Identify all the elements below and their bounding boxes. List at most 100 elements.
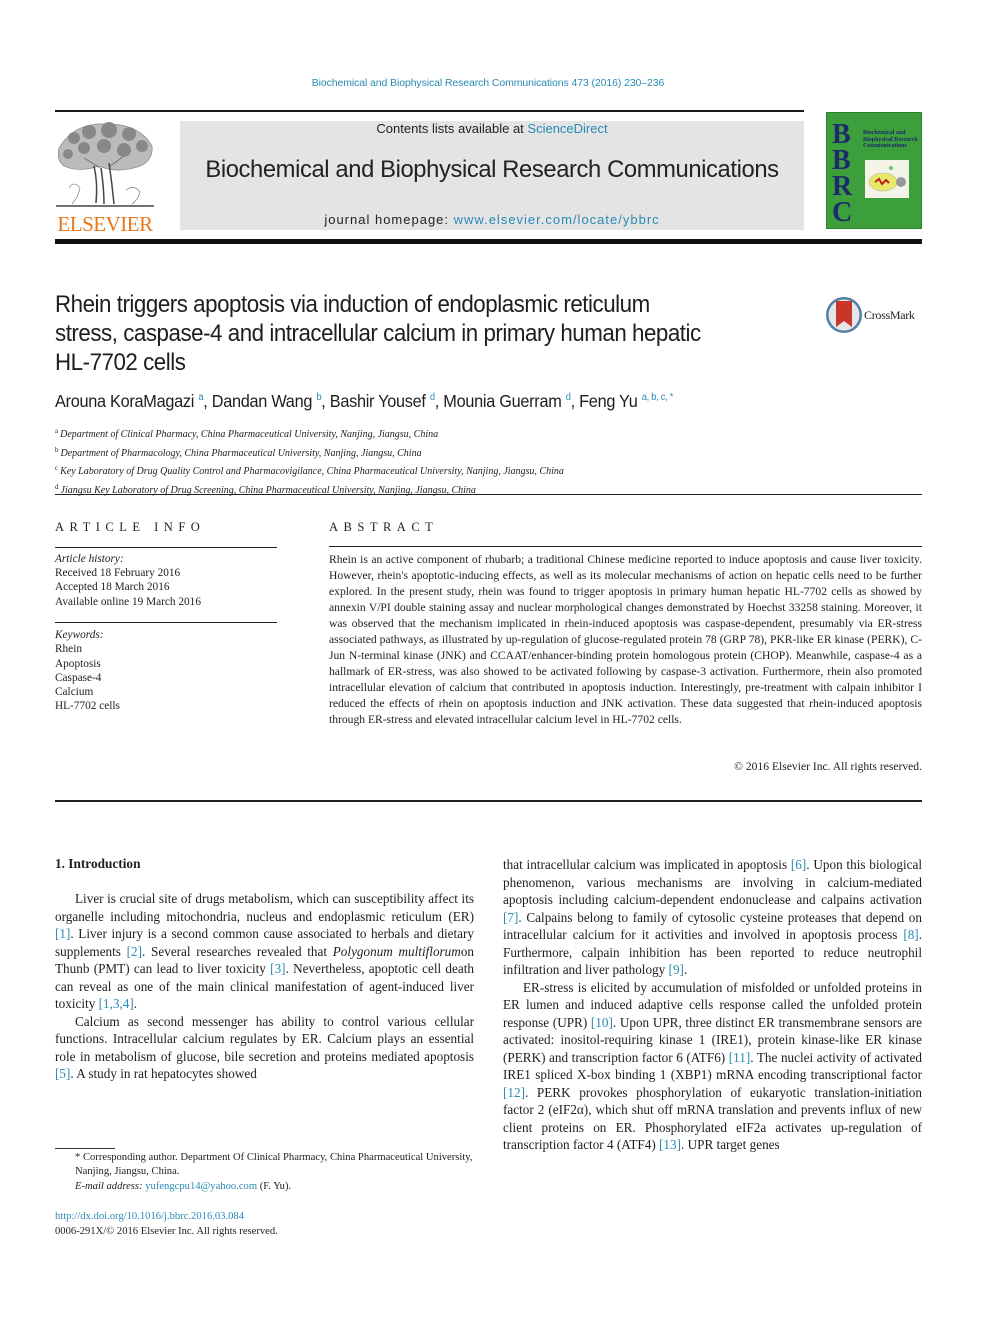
elsevier-logo[interactable]: ELSEVIER [54, 118, 156, 236]
author-name[interactable]: Mounia Guerram [443, 391, 561, 411]
keyword: Calcium [55, 686, 94, 699]
info-rule [55, 547, 277, 548]
sciencedirect-link[interactable]: ScienceDirect [527, 121, 607, 136]
title-line: HL-7702 cells [55, 349, 186, 376]
journal-citation-link[interactable]: Biochemical and Biophysical Research Com… [0, 77, 976, 89]
citation-ref-link[interactable]: [5] [55, 1066, 70, 1081]
affiliation-list: a Department of Clinical Pharmacy, China … [55, 424, 564, 498]
text-run: . Several researches revealed that [142, 943, 333, 959]
citation-ref-link[interactable]: [12] [503, 1085, 525, 1100]
species-name: Polygonum multiflorum [332, 943, 461, 959]
contents-prefix: Contents lists available at [376, 121, 528, 136]
header-rule [55, 110, 804, 112]
footnote: * Corresponding author. Department Of Cl… [55, 1151, 474, 1194]
text-run: . Calpains belong to family of cytosolic… [503, 909, 922, 943]
text-run: . [133, 996, 138, 1011]
article-history: Article history: Received 18 February 20… [55, 552, 201, 609]
body-paragraph: Liver is crucial site of drugs metabolis… [55, 890, 474, 1013]
text-run: that intracellular calcium was implicate… [503, 857, 791, 872]
body-column-left: Liver is crucial site of drugs metabolis… [55, 890, 474, 1083]
affiliation: c Key Laboratory of Drug Quality Control … [55, 461, 564, 480]
email-link[interactable]: yufengcpu14@yahoo.com [145, 1181, 257, 1192]
issn-line: 0006-291X/© 2016 Elsevier Inc. All right… [55, 1226, 278, 1237]
citation-ref-link[interactable]: [1] [55, 926, 70, 941]
keywords: Keywords: Rhein Apoptosis Caspase-4 Calc… [55, 628, 120, 714]
doi-link[interactable]: http://dx.doi.org/10.1016/j.bbrc.2016.03… [55, 1211, 244, 1222]
author-name[interactable]: Bashir Yousef [330, 391, 426, 411]
keyword: Rhein [55, 643, 82, 656]
journal-title: Biochemical and Biophysical Research Com… [205, 156, 779, 183]
elsevier-tree-icon [56, 122, 154, 207]
affiliation-text: Department of Pharmacology, China Pharma… [60, 447, 422, 459]
text-run: . [683, 962, 688, 977]
keyword: Caspase-4 [55, 671, 102, 684]
abstract-copyright: © 2016 Elsevier Inc. All rights reserved… [734, 760, 922, 773]
affiliation-marker[interactable]: d [566, 392, 571, 403]
author-name[interactable]: Dandan Wang [212, 391, 313, 411]
corresponding-author-note: * Corresponding author. Department Of Cl… [75, 1152, 473, 1178]
section-rule [55, 494, 922, 495]
affiliation-key: d [55, 482, 59, 491]
affiliation-text: Key Laboratory of Drug Quality Control a… [60, 466, 564, 477]
crossmark-button[interactable]: CrossMark [825, 296, 925, 336]
affiliation-marker[interactable]: d [430, 392, 435, 403]
body-paragraph: Calcium as second messenger has ability … [55, 1013, 474, 1083]
citation-ref-link[interactable]: [8] [903, 927, 918, 942]
affiliation-key: a [55, 427, 59, 435]
affiliation: b Department of Pharmacology, China Pharm… [55, 443, 564, 462]
author-name[interactable]: Arouna KoraMagazi [55, 391, 194, 411]
history-label: Article history: [55, 553, 124, 565]
author-name[interactable]: Feng Yu [579, 391, 638, 411]
citation-ref-link[interactable]: [3] [270, 961, 285, 976]
body-paragraph: ER-stress is elicited by accumulation of… [503, 979, 922, 1154]
email-label: E-mail address: [75, 1180, 146, 1192]
affiliation-marker[interactable]: a [198, 392, 203, 403]
citation-ref-link[interactable]: [6] [791, 857, 806, 872]
citation-ref-link[interactable]: [11] [729, 1050, 750, 1065]
history-item: Accepted 18 March 2016 [55, 581, 170, 594]
footnote-rule [55, 1148, 115, 1149]
article-info-heading: ARTICLE INFO [55, 520, 206, 534]
abstract-text: Rhein is an active component of rhubarb;… [329, 553, 922, 726]
keyword: HL-7702 cells [55, 700, 120, 713]
body-column-right: that intracellular calcium was implicate… [503, 856, 922, 1154]
crossmark-label: CrossMark [864, 308, 915, 322]
info-rule [55, 622, 277, 623]
affiliation-key: c [55, 464, 59, 472]
homepage-prefix: journal homepage: [324, 212, 454, 227]
abstract-rule [329, 546, 922, 547]
history-item: Received 18 February 2016 [55, 567, 181, 580]
affiliation-key: b [55, 445, 59, 454]
author-list: Arouna KoraMagazi a, Dandan Wang b, Bash… [55, 391, 674, 411]
contents-line: Contents lists available at ScienceDirec… [180, 121, 804, 136]
section-heading-introduction: 1. Introduction [55, 856, 141, 871]
citation-ref-link[interactable]: [2] [127, 944, 142, 959]
title-line: Rhein triggers apoptosis via induction o… [55, 291, 650, 318]
title-line: stress, caspase-4 and intracellular calc… [55, 320, 701, 347]
citation-ref-link[interactable]: [9] [669, 962, 684, 977]
cover-figure [865, 160, 909, 198]
journal-cover-thumbnail[interactable]: B B R C Biochemical and Biophysical Rese… [826, 112, 922, 229]
keywords-label: Keywords: [55, 629, 104, 641]
citation-ref-link[interactable]: [13] [659, 1137, 681, 1152]
history-item: Available online 19 March 2016 [55, 595, 201, 608]
homepage-line: journal homepage: www.elsevier.com/locat… [180, 212, 804, 227]
citation-ref-link[interactable]: [1,3,4] [99, 996, 134, 1011]
journal-homepage-link[interactable]: www.elsevier.com/locate/ybbrc [454, 212, 660, 227]
body-paragraph: that intracellular calcium was implicate… [503, 856, 922, 979]
affiliation-marker[interactable]: b [316, 392, 321, 403]
journal-banner: Contents lists available at ScienceDirec… [180, 121, 804, 230]
section-rule [55, 800, 922, 802]
citation-ref-link[interactable]: [10] [591, 1015, 613, 1030]
abstract-heading: ABSTRACT [329, 520, 439, 534]
citation-ref-link[interactable]: [7] [503, 910, 518, 925]
email-suffix: (F. Yu). [257, 1180, 292, 1192]
email-line: E-mail address: yufengcpu14@yahoo.com (F… [55, 1180, 474, 1194]
affiliation-marker[interactable]: a, b, c, * [642, 392, 674, 403]
crossmark-icon [826, 297, 862, 333]
cover-letter: C [832, 197, 853, 228]
affiliation: d Jiangsu Key Laboratory of Drug Screenin… [55, 480, 564, 499]
affiliation-text: Department of Clinical Pharmacy, China P… [60, 429, 439, 440]
text-run: Liver is crucial site of drugs metabolis… [55, 891, 474, 924]
text-run: Calcium as second messenger has ability … [55, 1013, 474, 1064]
